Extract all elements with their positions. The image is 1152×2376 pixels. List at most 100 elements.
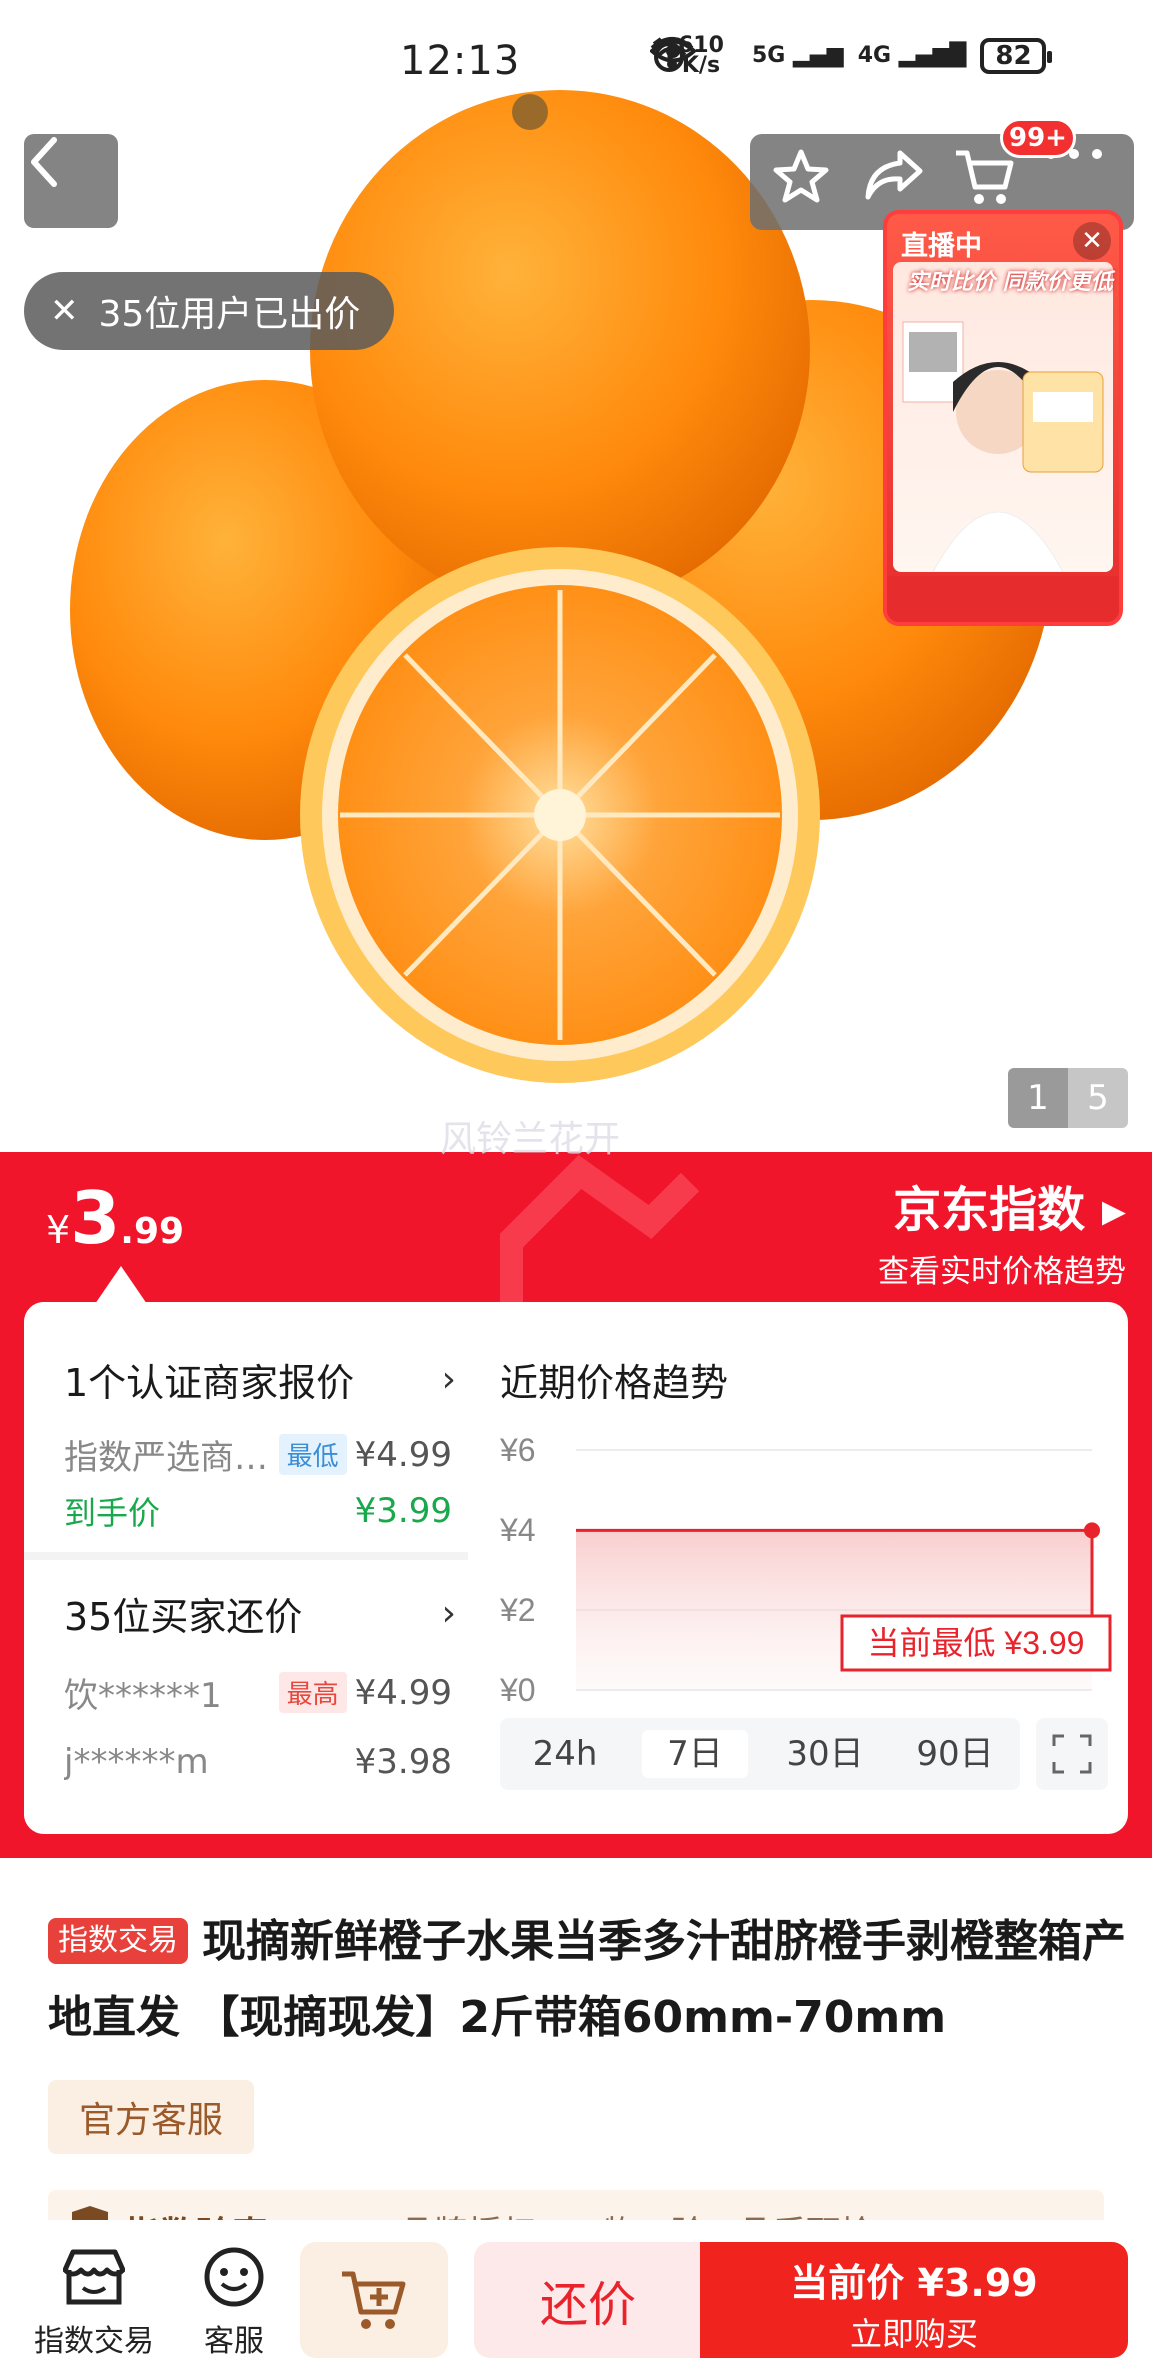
merchant-quotes-title: 1个认证商家报价 <box>64 1361 355 1405</box>
status-time: 12:13 <box>400 38 521 84</box>
jd-index-subtitle: 查看实时价格趋势 <box>878 1254 1126 1290</box>
live-tag: 直播中 <box>901 231 982 262</box>
live-video-frame <box>893 262 1113 572</box>
chart-y-tick-label: ¥0 <box>499 1672 536 1708</box>
current-price: ¥ 3 .99 <box>46 1176 184 1260</box>
buyer-bids-header[interactable]: 35位买家还价 › <box>64 1586 456 1641</box>
buyer-price: ¥3.98 <box>354 1742 452 1782</box>
buy-now-price: 当前价 ¥3.99 <box>790 2261 1038 2305</box>
buyer-name: 饮******1 <box>64 1676 222 1716</box>
range-option-30d[interactable]: 30日 <box>772 1730 878 1778</box>
share-button[interactable] <box>862 147 932 217</box>
buy-now-label: 立即购买 <box>849 2315 978 2353</box>
official-service-button[interactable]: 官方客服 <box>48 2080 254 2154</box>
counter-offer-button[interactable]: 还价 <box>474 2242 702 2358</box>
product-image-carousel[interactable]: 12:13 610 K/s 5G ▂▄▆ 4G ▂▄▆█ 82 99+ ✕ 35… <box>0 0 1152 1152</box>
status-icons: 610 K/s 5G ▂▄▆ 4G ▂▄▆█ 82 <box>650 35 1053 77</box>
watermark: 风铃兰花开 <box>440 1119 621 1160</box>
trend-title: 近期价格趋势 <box>500 1361 729 1405</box>
quote-column: 1个认证商家报价 › 指数严选商… 最低 ¥4.99 到手价 ¥3.99 35位… <box>24 1302 468 1834</box>
price-decimal: .99 <box>120 1211 185 1252</box>
final-price-row: 到手价 ¥3.99 <box>64 1488 452 1534</box>
back-button[interactable] <box>24 134 118 228</box>
chart-y-tick-label: ¥2 <box>499 1592 536 1628</box>
product-title: 指数交易 现摘新鲜橙子水果当季多汁甜脐橙手剥橙整箱产地直发 【现摘现发】2斤带箱6… <box>48 1904 1128 2056</box>
merchant-quote-row[interactable]: 指数严选商… 最低 ¥4.99 <box>64 1430 452 1479</box>
section-divider <box>24 1552 468 1560</box>
price-currency: ¥ <box>46 1208 71 1252</box>
store-icon <box>34 2242 154 2312</box>
star-icon <box>773 149 828 203</box>
buyer-bids-section[interactable]: 35位买家还价 › 饮******1 最高 ¥4.99 j******m ¥3.… <box>24 1560 468 1834</box>
buyer-price-group: 最高 ¥4.99 <box>278 1672 452 1713</box>
chevron-right-icon: › <box>441 1593 456 1634</box>
expand-icon <box>1052 1734 1092 1774</box>
merchant-quotes-section[interactable]: 1个认证商家报价 › 指数严选商… 最低 ¥4.99 到手价 ¥3.99 <box>24 1302 468 1552</box>
chart-current-point <box>1084 1522 1100 1539</box>
customer-service-label: 客服 <box>204 2324 264 2359</box>
sim2-label: 4G <box>857 43 892 68</box>
store-button[interactable]: 指数交易 <box>34 2242 154 2360</box>
buyer-bid-row: j******m ¥3.98 <box>64 1742 452 1782</box>
fullscreen-button[interactable] <box>1036 1718 1108 1790</box>
close-icon[interactable]: ✕ <box>50 291 79 331</box>
merchant-quotes-header[interactable]: 1个认证商家报价 › <box>64 1352 456 1407</box>
current-low-label: 当前最低 ¥3.99 <box>840 1614 1112 1672</box>
cart-icon <box>955 150 1013 204</box>
price-integer: 3 <box>70 1176 121 1260</box>
status-bar: 12:13 610 K/s 5G ▂▄▆ 4G ▂▄▆█ 82 <box>0 30 1152 100</box>
cart-button[interactable] <box>953 147 1023 217</box>
jd-index-link[interactable]: 京东指数 ▸ 查看实时价格趋势 <box>878 1170 1126 1291</box>
signal-5g-icon: 5G ▂▄▆ <box>751 43 844 68</box>
buyer-price-group: ¥3.98 <box>355 1742 452 1782</box>
price-trend-chart[interactable]: ¥6 ¥4 ¥2 ¥0 当前最低 ¥3.99 <box>496 1420 1112 1712</box>
highest-tag: 最高 <box>278 1672 347 1713</box>
chevron-right-icon: › <box>441 1359 456 1400</box>
add-to-cart-button[interactable] <box>300 2242 448 2358</box>
store-label: 指数交易 <box>34 2324 154 2359</box>
final-price-label: 到手价 <box>64 1494 161 1532</box>
chart-y-tick-label: ¥6 <box>499 1432 536 1468</box>
range-option-24h[interactable]: 24h <box>512 1730 618 1778</box>
customer-service-button[interactable]: 客服 <box>174 2242 294 2360</box>
jd-index-title: 京东指数 ▸ <box>878 1170 1126 1240</box>
merchant-name: 指数严选商… <box>64 1438 268 1478</box>
chevron-right-icon: ▸ <box>1101 1182 1126 1238</box>
range-selector: 24h 7日 30日 90日 <box>500 1718 1020 1790</box>
share-icon <box>865 150 922 200</box>
merchant-price: ¥4.99 <box>354 1434 452 1475</box>
range-option-7d[interactable]: 7日 <box>642 1730 748 1778</box>
bid-count-chip[interactable]: ✕ 35位用户已出价 <box>24 272 395 350</box>
sim1-label: 5G <box>751 43 786 68</box>
favorite-button[interactable] <box>771 147 841 217</box>
chart-y-ticks: ¥6 ¥4 ¥2 ¥0 <box>499 1432 536 1708</box>
buyer-name: j******m <box>64 1742 209 1782</box>
smile-chat-icon <box>174 2242 294 2312</box>
cart-count-badge: 99+ <box>1000 118 1076 158</box>
battery-icon: 82 <box>980 38 1053 74</box>
image-pager: 1 5 <box>1008 1068 1128 1128</box>
current-low-text: 当前最低 ¥3.99 <box>868 1625 1085 1661</box>
card-pointer <box>95 1266 147 1304</box>
product-title-text: 现摘新鲜橙子水果当季多汁甜脐橙手剥橙整箱产地直发 【现摘现发】2斤带箱60mm-… <box>48 1916 1126 2043</box>
merchant-price-group: 最低 ¥4.99 <box>278 1434 452 1475</box>
bid-count-text: 35位用户已出价 <box>98 294 361 335</box>
live-host-image <box>902 321 1104 572</box>
buyer-bids-title: 35位买家还价 <box>64 1595 303 1639</box>
jd-index-title-text: 京东指数 <box>893 1182 1086 1238</box>
cart-plus-icon <box>342 2271 406 2329</box>
product-page: 12:13 610 K/s 5G ▂▄▆ 4G ▂▄▆█ 82 99+ ✕ 35… <box>0 0 1152 2376</box>
live-headline: 实时比价 同款价更低 <box>907 270 1113 295</box>
buy-now-button[interactable]: 当前价 ¥3.99 立即购买 <box>700 2242 1128 2358</box>
live-close-icon[interactable]: ✕ <box>1073 222 1111 260</box>
chevron-left-icon <box>31 137 57 187</box>
range-option-90d[interactable]: 90日 <box>902 1730 1008 1778</box>
pager-current: 1 <box>1008 1068 1068 1128</box>
live-footer <box>887 576 1119 622</box>
live-stream-window[interactable]: 直播中 ✕ 实时比价 同款价更低 <box>883 210 1123 626</box>
pager-total: 5 <box>1068 1068 1128 1128</box>
chart-y-tick-label: ¥4 <box>499 1512 536 1548</box>
signal-4g-icon: 4G ▂▄▆█ <box>857 43 967 68</box>
buyer-price: ¥4.99 <box>354 1672 452 1713</box>
trend-arrow-decoration <box>500 1155 700 1302</box>
